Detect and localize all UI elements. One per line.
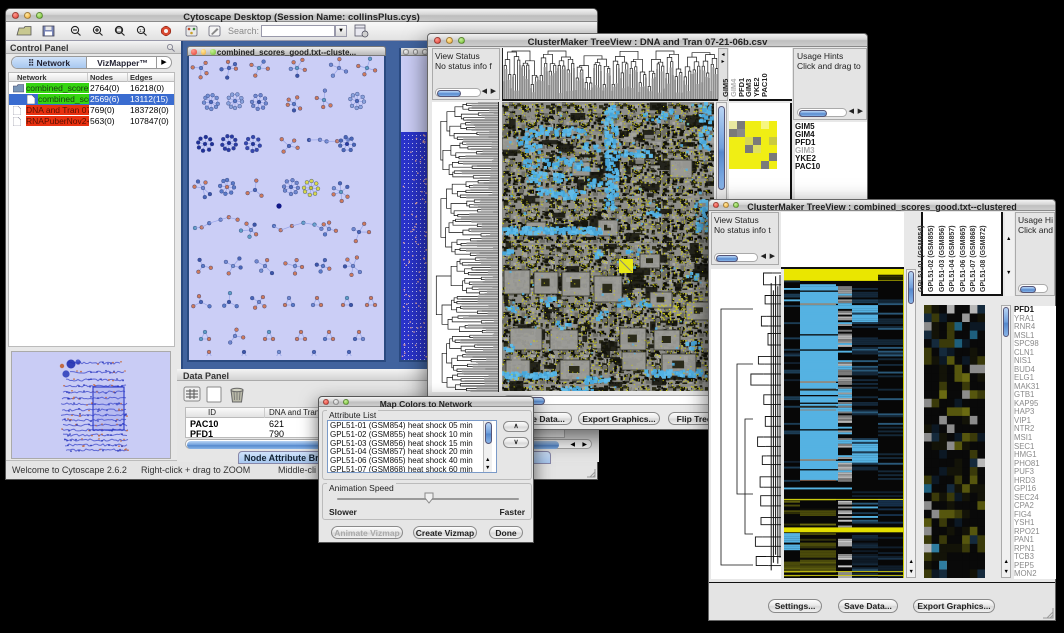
svg-text:1:1: 1:1: [139, 28, 146, 33]
